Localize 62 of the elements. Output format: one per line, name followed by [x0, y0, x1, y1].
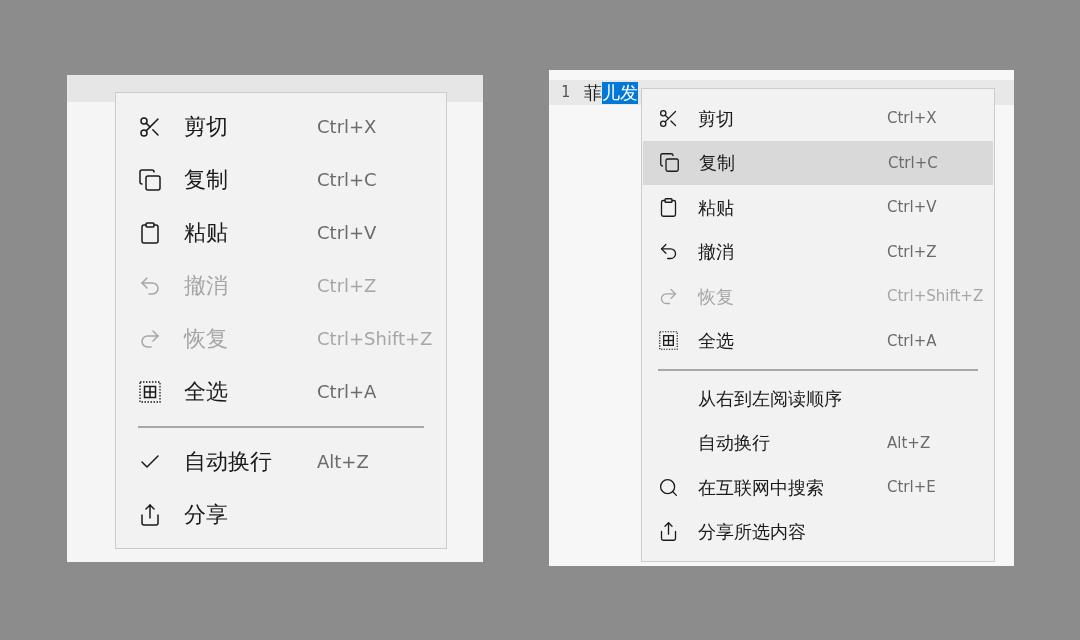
shortcut-text: Ctrl+V — [887, 197, 938, 218]
menu-item[interactable]: 在互联网中搜索 Ctrl+E — [642, 465, 994, 510]
shortcut-text: Ctrl+C — [317, 168, 378, 192]
menu-item[interactable]: 复制 Ctrl+C — [643, 140, 993, 185]
menu-item[interactable]: 自动换行 Alt+Z — [116, 435, 446, 488]
menu-item[interactable]: 自动换行 Alt+Z — [642, 420, 994, 465]
shortcut-text: Ctrl+V — [317, 221, 378, 245]
menu-item[interactable]: 剪切 Ctrl+X — [116, 100, 446, 153]
menu-item-label: 撤消 — [184, 272, 229, 300]
menu-item-label: 自动换行 — [184, 448, 273, 476]
menu-item[interactable]: 从右到左阅读顺序 — [642, 376, 994, 421]
menu-item-label: 粘贴 — [184, 219, 229, 247]
shortcut-text: Ctrl+Shift+Z — [887, 286, 985, 307]
shortcut-text: Ctrl+X — [887, 108, 938, 129]
menu-item[interactable]: 全选 Ctrl+A — [642, 318, 994, 363]
menu-item-label: 自动换行 — [698, 431, 771, 456]
copy-icon — [138, 167, 162, 192]
menu-item-label: 复制 — [699, 151, 736, 176]
scissors-icon — [138, 114, 162, 139]
menu-item[interactable]: 分享 — [116, 488, 446, 541]
shortcut-text: Alt+Z — [887, 432, 932, 454]
menu-item-label: 在互联网中搜索 — [698, 475, 825, 500]
shortcut-text: Ctrl+E — [887, 477, 937, 498]
shortcut-text: Ctrl+C — [888, 152, 939, 174]
menu-item[interactable]: 粘贴 Ctrl+V — [116, 206, 446, 259]
menu-item-label: 粘贴 — [698, 195, 735, 220]
shortcut-text: Ctrl+Shift+Z — [317, 327, 434, 351]
menu-item[interactable]: 粘贴 Ctrl+V — [642, 185, 994, 230]
menu-item-label: 剪切 — [698, 106, 735, 131]
menu-item[interactable]: 复制 Ctrl+C — [116, 153, 446, 206]
menu-item-label: 复制 — [184, 166, 229, 194]
clipboard-icon — [138, 220, 162, 245]
scissors-icon — [658, 107, 679, 129]
search-icon — [658, 476, 679, 498]
menu-item[interactable]: 撤消 Ctrl+Z — [642, 229, 994, 274]
menu-item-label: 剪切 — [184, 113, 229, 141]
copy-icon — [659, 152, 680, 174]
shortcut-text: Ctrl+A — [317, 380, 378, 404]
menu-item[interactable]: 全选 Ctrl+A — [116, 365, 446, 418]
menu-item-label: 分享 — [184, 501, 229, 529]
menu-item-label: 恢复 — [184, 325, 229, 353]
menu-item-label: 全选 — [184, 378, 229, 406]
shortcut-text: Ctrl+Z — [317, 274, 378, 298]
clipboard-icon — [658, 196, 679, 218]
select-all-icon — [138, 379, 162, 404]
line-text: 菲 — [584, 81, 603, 104]
line-number: 1 — [561, 82, 571, 104]
menu-item-label: 全选 — [698, 329, 735, 354]
shortcut-text: Alt+Z — [317, 450, 370, 474]
menu-item-label: 撤消 — [698, 240, 735, 265]
select-all-icon — [658, 330, 679, 352]
share-icon — [138, 502, 162, 527]
selected-text: 儿发 — [602, 81, 639, 104]
shortcut-text: Ctrl+Z — [887, 241, 938, 263]
menu-item[interactable]: 分享所选内容 — [642, 509, 994, 554]
menu-item-label: 分享所选内容 — [698, 520, 807, 545]
menu-item[interactable]: 剪切 Ctrl+X — [642, 96, 994, 141]
share-icon — [658, 521, 679, 543]
menu-item-label: 恢复 — [698, 284, 735, 309]
menu-item-label: 从右到左阅读顺序 — [698, 386, 843, 411]
shortcut-text: Ctrl+A — [887, 330, 938, 352]
shortcut-text: Ctrl+X — [317, 115, 378, 139]
